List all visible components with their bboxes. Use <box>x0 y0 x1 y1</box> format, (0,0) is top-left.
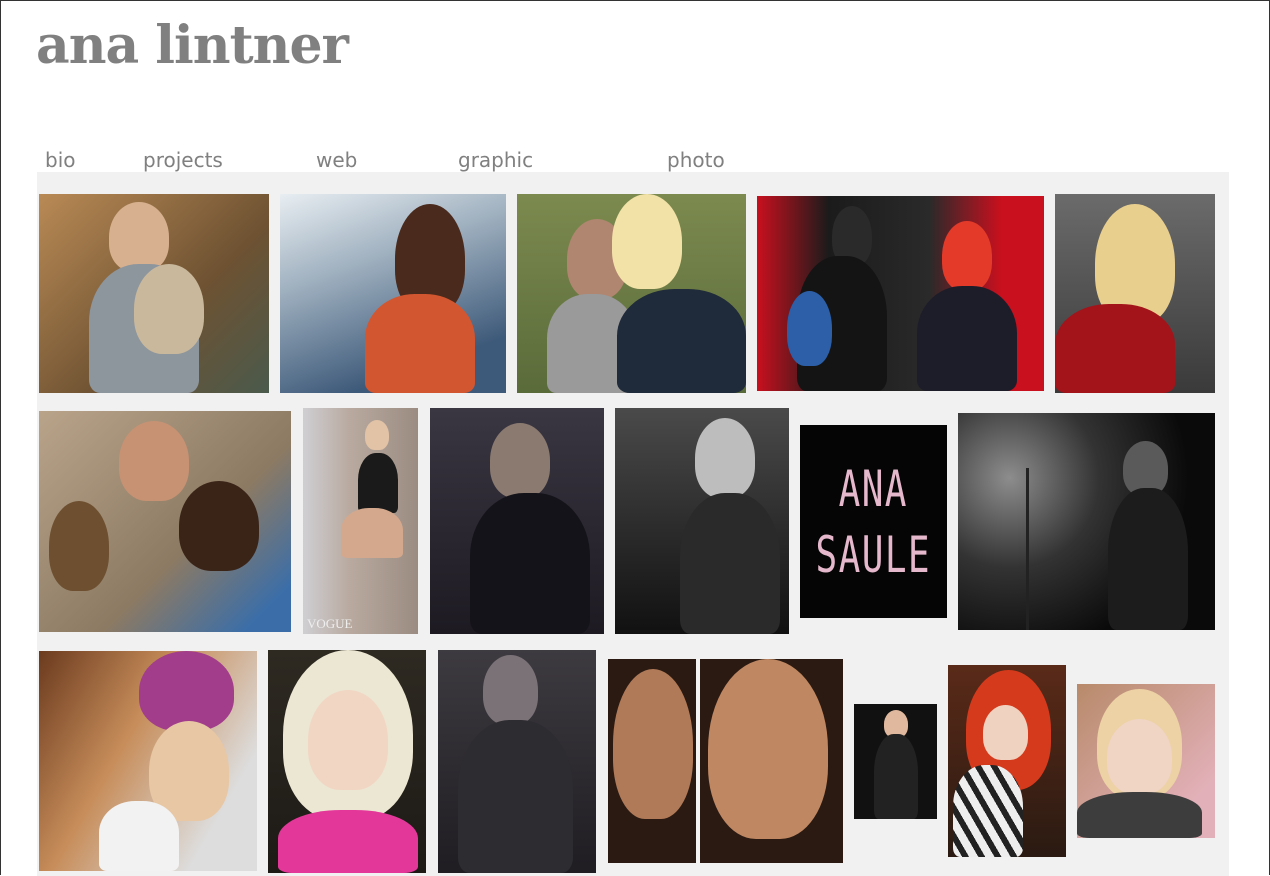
gallery-photo-woman-back-bw[interactable] <box>615 408 789 634</box>
nav-web-link[interactable]: web <box>316 146 357 174</box>
gallery-photo-woman-in-car[interactable] <box>280 194 506 393</box>
gallery-photo-fashion-red-backdrop[interactable] <box>757 196 1044 391</box>
gallery-photo-girl-pink-beanie[interactable] <box>39 651 257 871</box>
gallery-photo-guitarist-bw[interactable] <box>438 650 596 873</box>
nav-graphic-link[interactable]: graphic <box>458 146 533 174</box>
gallery-photo-guitarist-stage-bw[interactable] <box>958 413 1215 630</box>
gallery-photo-blonde-child-polka-dot[interactable] <box>268 650 426 873</box>
gallery-photo-blonde-boy[interactable] <box>1077 684 1215 838</box>
site-title[interactable]: ana lintner <box>36 14 349 78</box>
nav-projects-link[interactable]: projects <box>143 146 223 174</box>
gallery-photo-woman-portraits[interactable] <box>608 659 843 863</box>
ana-saule-text: ANA SAULE <box>815 459 932 584</box>
nav-photo-link[interactable]: photo <box>667 146 725 174</box>
vogue-watermark: VOGUE <box>307 616 353 631</box>
gallery-photo-women-on-beach[interactable] <box>39 411 291 632</box>
gallery-photo-woman-camera[interactable] <box>854 704 937 819</box>
gallery-photo-couple-sunglasses[interactable] <box>517 194 746 393</box>
gallery-photo-woman-black-bodysuit[interactable]: VOGUE <box>303 408 418 634</box>
gallery-photo-ana-saule-sign[interactable]: ANA SAULE <box>800 425 947 618</box>
gallery-photo-redhead-zebra[interactable] <box>948 665 1066 857</box>
gallery-photo-musician-microphone[interactable] <box>430 408 604 634</box>
gallery-photo-man-with-cat[interactable] <box>39 194 269 393</box>
nav-bio-link[interactable]: bio <box>45 146 76 174</box>
gallery-photo-blonde-red-top[interactable] <box>1055 194 1215 393</box>
